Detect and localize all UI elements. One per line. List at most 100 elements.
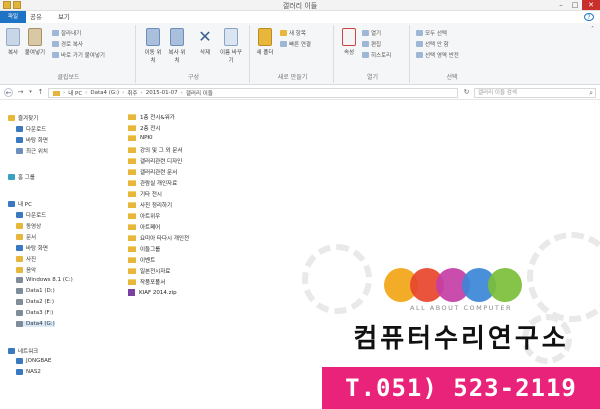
- nav-item-music[interactable]: 음악: [16, 266, 36, 274]
- folder-icon: [128, 279, 136, 285]
- new-item-button[interactable]: 새 항목: [280, 29, 306, 37]
- close-button[interactable]: ✕: [582, 0, 600, 10]
- nav-item-videos[interactable]: 동영상: [16, 222, 41, 230]
- homegroup-icon: [8, 174, 15, 180]
- list-item[interactable]: NPKI: [128, 135, 153, 141]
- history-dropdown-button[interactable]: ▾: [26, 88, 35, 97]
- new-folder-icon: [258, 28, 272, 46]
- list-item[interactable]: 작품포폴서: [128, 278, 165, 286]
- breadcrumb-pc[interactable]: 내 PC: [68, 89, 82, 97]
- folder-icon: [128, 202, 136, 208]
- help-icon[interactable]: ?: [584, 13, 594, 21]
- open-button[interactable]: 열기: [362, 29, 381, 37]
- nav-item-this-pc[interactable]: 내 PC: [8, 200, 32, 208]
- paste-shortcut-button[interactable]: 바로 가기 붙여넣기: [52, 51, 105, 59]
- list-item[interactable]: 일본전시자료: [128, 267, 170, 275]
- select-all-button[interactable]: 모두 선택: [416, 29, 447, 37]
- edit-button[interactable]: 편집: [362, 40, 381, 48]
- nav-item-recent[interactable]: 최근 위치: [16, 147, 48, 155]
- history-icon: [362, 52, 369, 58]
- move-icon: [146, 28, 160, 46]
- up-button[interactable]: ↑: [36, 88, 45, 97]
- back-button[interactable]: ←: [4, 88, 13, 97]
- list-item[interactable]: 이벤트: [128, 256, 155, 264]
- tab-share[interactable]: 공유: [22, 11, 50, 23]
- list-item[interactable]: 사진 정리하기: [128, 201, 172, 209]
- new-folder-button[interactable]: 새 폴더: [256, 28, 274, 56]
- nav-item-favorites[interactable]: 즐겨찾기: [8, 114, 38, 122]
- search-input[interactable]: 갤러리 이들 검색 ⌕: [474, 88, 596, 98]
- copy-to-button[interactable]: 복사 위치: [168, 28, 186, 64]
- desktop-icon: [16, 245, 23, 251]
- download-icon: [16, 126, 23, 132]
- list-item[interactable]: 요미아 타다시 개인전: [128, 234, 189, 242]
- folder-icon: [128, 125, 136, 131]
- pc-icon: [8, 201, 15, 207]
- picture-icon: [16, 256, 23, 262]
- select-none-button[interactable]: 선택 안 함: [416, 40, 449, 48]
- list-item[interactable]: 아트페어: [128, 223, 160, 231]
- list-item[interactable]: 강의 및 그 외 문서: [128, 146, 182, 154]
- invert-selection-button[interactable]: 선택 영역 반전: [416, 51, 459, 59]
- title-bar: 갤러리 이들 – □ ✕: [0, 0, 600, 11]
- properties-button[interactable]: 속성: [340, 28, 358, 56]
- tab-view[interactable]: 보기: [50, 11, 78, 23]
- list-item[interactable]: 1층 전시&워가: [128, 113, 175, 121]
- move-to-button[interactable]: 이동 위치: [144, 28, 162, 64]
- list-item[interactable]: 아트위우: [128, 212, 160, 220]
- nav-item-pc-desktop[interactable]: 바탕 화면: [16, 244, 48, 252]
- list-item[interactable]: 기타 전시: [128, 190, 162, 198]
- breadcrumb-current[interactable]: 갤러리 이들: [186, 89, 213, 97]
- nav-item-homegroup[interactable]: 홈 그룹: [8, 173, 35, 181]
- maximize-button[interactable]: □: [568, 0, 582, 10]
- ad-phone-bar: T.051) 523-2119: [322, 367, 600, 409]
- nav-item-nas2[interactable]: NAS2: [16, 369, 41, 375]
- paste-button[interactable]: 붙여넣기: [24, 28, 46, 56]
- forward-button[interactable]: →: [16, 88, 25, 97]
- nav-item-drive-g[interactable]: Data4 (G:): [16, 321, 55, 327]
- history-button[interactable]: 히스토리: [362, 51, 391, 59]
- nav-item-drive-f[interactable]: Data3 (F:): [16, 310, 53, 316]
- nav-item-pc-downloads[interactable]: 다운로드: [16, 211, 46, 219]
- nav-item-drive-d[interactable]: Data1 (D:): [16, 288, 55, 294]
- open-group: 속성 열기 편집 히스토리 열기: [336, 25, 410, 83]
- rename-button[interactable]: 이름 바꾸기: [220, 28, 242, 64]
- tab-file[interactable]: 파일: [0, 11, 27, 23]
- address-path[interactable]: › 내 PC › Data4 (G:) › 취주 › 2015-01-07 › …: [48, 88, 458, 98]
- copy-path-button[interactable]: 경로 복사: [52, 40, 83, 48]
- nav-item-downloads[interactable]: 다운로드: [16, 125, 46, 133]
- list-item[interactable]: KIAF 2014.zip: [128, 289, 177, 296]
- download-icon: [16, 212, 23, 218]
- drive-icon: [16, 310, 23, 316]
- copy-to-icon: [170, 28, 184, 46]
- chevron-up-icon[interactable]: ˄: [591, 26, 594, 33]
- minimize-button[interactable]: –: [554, 0, 568, 10]
- cut-button[interactable]: 잘라내기: [52, 29, 81, 37]
- list-item[interactable]: 관람실 개인자료: [128, 179, 177, 187]
- nav-item-jongbae[interactable]: JONGBAE: [16, 358, 51, 364]
- open-icon: [362, 30, 369, 36]
- easy-access-button[interactable]: 빠른 연결: [280, 40, 311, 48]
- delete-button[interactable]: ✕ 삭제: [196, 28, 214, 57]
- search-icon: ⌕: [589, 89, 593, 97]
- nav-item-drive-e[interactable]: Data2 (E:): [16, 299, 54, 305]
- nav-item-pictures[interactable]: 사진: [16, 255, 36, 263]
- folder-icon: [128, 180, 136, 186]
- nav-item-documents[interactable]: 문서: [16, 233, 36, 241]
- breadcrumb-folder-2[interactable]: 2015-01-07: [146, 90, 178, 96]
- nav-item-desktop[interactable]: 바탕 화면: [16, 136, 48, 144]
- copy-button[interactable]: 복사: [4, 28, 22, 56]
- list-item[interactable]: 갤러리관련 문서: [128, 168, 177, 176]
- list-item[interactable]: 이들그룹: [128, 245, 160, 253]
- breadcrumb-drive[interactable]: Data4 (G:): [90, 90, 119, 96]
- music-icon: [16, 267, 23, 273]
- folder-icon: [128, 235, 136, 241]
- nav-item-drive-c[interactable]: Windows 8.1 (C:): [16, 277, 73, 283]
- drive-icon: [16, 299, 23, 305]
- folder-icon: [128, 169, 136, 175]
- nav-item-network[interactable]: 네트워크: [8, 347, 38, 355]
- refresh-button[interactable]: ↻: [462, 88, 471, 97]
- list-item[interactable]: 갤러리관련 디자인: [128, 157, 182, 165]
- breadcrumb-folder-1[interactable]: 취주: [127, 89, 137, 97]
- list-item[interactable]: 2층 전시: [128, 124, 160, 132]
